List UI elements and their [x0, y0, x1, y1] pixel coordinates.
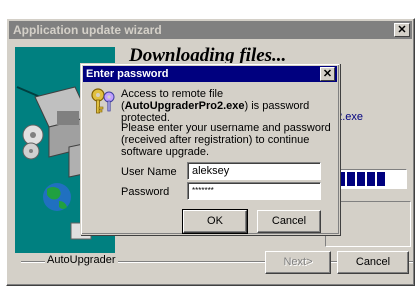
- dialog-titlebar: Enter password ✕: [83, 66, 337, 82]
- progress-segment: [347, 172, 355, 186]
- progress-segment: [377, 172, 385, 186]
- key-icon: [91, 88, 115, 114]
- dialog-title: Enter password: [86, 68, 169, 80]
- password-field[interactable]: *******: [187, 182, 321, 200]
- close-icon: ✕: [322, 68, 333, 80]
- username-label: User Name: [121, 166, 177, 178]
- dialog-message: Access to remote file (AutoUpgraderPro2.…: [121, 88, 335, 124]
- ok-button-label: OK: [207, 215, 223, 227]
- next-button[interactable]: Next>: [265, 251, 331, 274]
- wizard-cancel-label: Cancel: [355, 256, 391, 268]
- username-field[interactable]: aleksey: [187, 162, 321, 180]
- wizard-close-button[interactable]: ✕: [394, 23, 410, 37]
- group-label: AutoUpgrader: [45, 254, 118, 266]
- close-icon: ✕: [397, 24, 407, 36]
- next-button-label: Next>: [283, 256, 313, 268]
- wizard-titlebar: Application update wizard ✕: [9, 21, 412, 39]
- wizard-cancel-button[interactable]: Cancel: [337, 251, 409, 274]
- dialog-instructions: Please enter your username and password …: [121, 122, 331, 158]
- message-file: AutoUpgraderPro2.exe: [124, 100, 245, 112]
- dialog-close-button[interactable]: ✕: [320, 67, 335, 81]
- dialog-cancel-label: Cancel: [271, 215, 307, 227]
- password-label: Password: [121, 186, 170, 198]
- password-dialog: Enter password ✕ Access to remote file (…: [80, 63, 340, 235]
- progress-segment: [357, 172, 365, 186]
- dialog-cancel-button[interactable]: Cancel: [257, 210, 321, 233]
- wizard-title: Application update wizard: [13, 23, 162, 37]
- ok-button[interactable]: OK: [182, 209, 248, 234]
- progress-segment: [367, 172, 375, 186]
